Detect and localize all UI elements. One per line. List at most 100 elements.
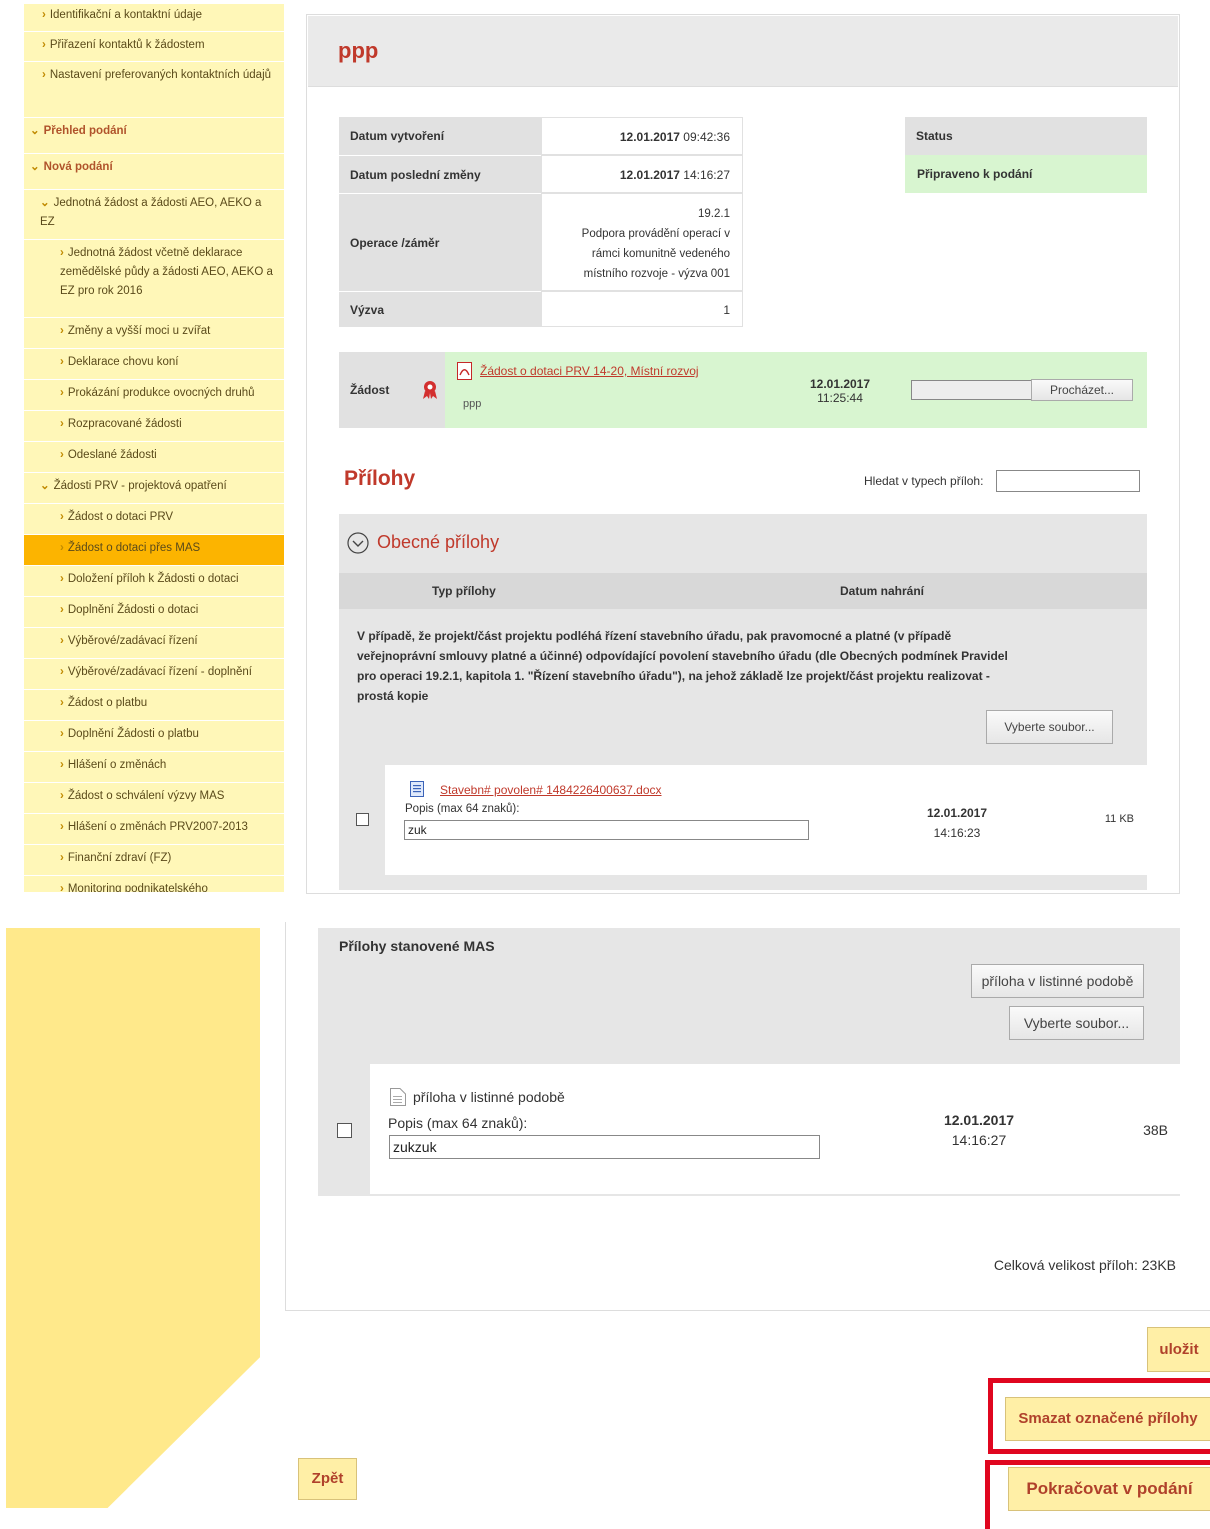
application-note: ppp: [463, 398, 482, 410]
sidebar-item[interactable]: › Hlášení o změnách PRV2007-2013: [24, 814, 284, 845]
sidebar-item-label: Odeslané žádosti: [67, 449, 157, 461]
changed-time: 14:16:27: [683, 168, 730, 182]
sidebar-item[interactable]: ⌄ Jednotná žádost a žádosti AEO, AEKO a E…: [24, 190, 284, 240]
general-file-checkbox[interactable]: [356, 813, 369, 826]
back-button[interactable]: Zpět: [298, 1458, 357, 1500]
chevron-right-icon: ›: [60, 759, 64, 771]
sidebar-item-label: Žádost o platbu: [67, 697, 148, 709]
desc-line-2: veřejnoprávní smlouvy platné a účinné) o…: [357, 649, 1008, 663]
sidebar-item[interactable]: ⌄ Žádosti PRV - projektová opatření: [24, 473, 284, 504]
sidebar-item-label: Identifikační a kontaktní údaje: [49, 9, 202, 21]
call-label: Výzva: [339, 291, 541, 327]
sidebar-item-label: Deklarace chovu koní: [67, 356, 179, 368]
sidebar-item[interactable]: › Výběrové/zadávací řízení - doplnění: [24, 659, 284, 690]
sidebar-item[interactable]: › Odeslané žádosti: [24, 442, 284, 473]
sidebar-item[interactable]: › Identifikační a kontaktní údaje: [24, 4, 284, 32]
continue-button[interactable]: Pokračovat v podání: [1008, 1467, 1210, 1511]
changed-value: 12.01.2017 14:16:27: [541, 155, 743, 193]
delete-selected-button[interactable]: Smazat označené přílohy: [1005, 1397, 1210, 1441]
chevron-right-icon: ›: [60, 852, 64, 864]
mas-desc-input[interactable]: [389, 1135, 820, 1159]
sidebar-item[interactable]: ⌄ Přehled podání: [24, 118, 284, 154]
application-time-value: 11:25:44: [817, 391, 863, 405]
status-label: Status: [905, 117, 1147, 155]
sidebar-item-label: Změny a vyšší moci u zvířat: [67, 325, 211, 337]
award-icon: [421, 380, 439, 400]
mas-date-value: 12.01.2017: [943, 1112, 1015, 1128]
general-time-value: 14:16:23: [933, 826, 981, 840]
mas-file-name: příloha v listinné podobě: [413, 1089, 565, 1105]
search-input[interactable]: [996, 470, 1140, 492]
sidebar-item[interactable]: › Výběrové/zadávací řízení: [24, 628, 284, 659]
sidebar-item[interactable]: › Žádost o dotaci PRV: [24, 504, 284, 535]
sidebar-item-label: Prokázání produkce ovocných druhů: [67, 387, 255, 399]
chevron-down-icon: ⌄: [40, 480, 50, 492]
sidebar-item[interactable]: › Doplnění Žádosti o platbu: [24, 721, 284, 752]
sidebar-item[interactable]: › Žádost o schválení výzvy MAS: [24, 783, 284, 814]
chevron-right-icon: ›: [60, 697, 64, 709]
chevron-right-icon: ›: [60, 542, 64, 554]
pdf-icon: [457, 362, 473, 380]
sidebar-item-label: Žádosti PRV - projektová opatření: [53, 480, 227, 492]
sidebar-item-label: Nastavení preferovaných kontaktních údaj…: [49, 69, 272, 81]
chevron-right-icon: ›: [60, 418, 64, 430]
sidebar-item-label: Výběrové/zadávací řízení: [67, 635, 198, 647]
file-path-input[interactable]: [911, 380, 1033, 400]
general-choose-file-button[interactable]: Vyberte soubor...: [986, 710, 1113, 744]
sidebar-item[interactable]: › Žádost o platbu: [24, 690, 284, 721]
sidebar-item[interactable]: ⌄ Nová podání: [24, 154, 284, 190]
sidebar-item[interactable]: › Prokázání produkce ovocných druhů: [24, 380, 284, 411]
mas-choose-file-button[interactable]: Vyberte soubor...: [1009, 1006, 1144, 1040]
sidebar-item[interactable]: › Deklarace chovu koní: [24, 349, 284, 380]
chevron-right-icon: ›: [60, 511, 64, 523]
created-value: 12.01.2017 09:42:36: [541, 117, 743, 155]
collapse-icon[interactable]: [347, 532, 369, 554]
general-file-link[interactable]: Stavebn# povolen# 1484226400637.docx: [440, 783, 662, 797]
sidebar-item-label: Žádost o schválení výzvy MAS: [67, 790, 225, 802]
sidebar-item[interactable]: › Jednotná žádost včetně deklarace zemědě…: [24, 240, 284, 318]
sidebar-item[interactable]: › Změny a vyšší moci u zvířat: [24, 318, 284, 349]
sidebar-item[interactable]: › Přiřazení kontaktů k žádostem: [24, 32, 284, 62]
paper-attachment-button[interactable]: příloha v listinné podobě: [971, 964, 1144, 998]
chevron-right-icon: ›: [60, 325, 64, 337]
browse-button[interactable]: Procházet...: [1031, 379, 1133, 401]
chevron-right-icon: ›: [60, 387, 64, 399]
desc-line-4: prostá kopie: [357, 689, 429, 703]
mas-time-value: 14:16:27: [951, 1132, 1007, 1148]
sidebar-item[interactable]: › Hlášení o změnách: [24, 752, 284, 783]
application-file-link[interactable]: Žádost o dotaci PRV 14-20, Místní rozvoj: [480, 364, 699, 378]
sidebar-item[interactable]: › Nastavení preferovaných kontaktních úda…: [24, 62, 284, 118]
operation-label: Operace /záměr: [339, 193, 541, 291]
general-date-value: 12.01.2017: [926, 806, 988, 820]
sidebar-decoration: [6, 928, 260, 1508]
desc-line-1: V případě, že projekt/část projektu podl…: [357, 629, 952, 643]
sidebar-item-label: Doložení příloh k Žádosti o dotaci: [67, 573, 239, 585]
sidebar-item[interactable]: › Rozpracované žádosti: [24, 411, 284, 442]
chevron-right-icon: ›: [60, 604, 64, 616]
sidebar-item[interactable]: › Doplnění Žádosti o dotaci: [24, 597, 284, 628]
document-icon: [410, 781, 424, 797]
general-heading: Obecné přílohy: [377, 532, 500, 552]
chevron-right-icon: ›: [60, 666, 64, 678]
mas-desc-label: Popis (max 64 znaků):: [388, 1115, 528, 1131]
sidebar-item-label: Výběrové/zadávací řízení - doplnění: [67, 666, 252, 678]
save-button[interactable]: uložit: [1147, 1327, 1210, 1372]
sidebar-item[interactable]: › Monitoring podnikatelského: [24, 876, 284, 892]
sidebar-item-label: Žádost o dotaci přes MAS: [67, 542, 201, 554]
mas-file-checkbox[interactable]: [337, 1123, 352, 1138]
chevron-right-icon: ›: [60, 356, 64, 368]
sidebar-item[interactable]: › Finanční zdraví (FZ): [24, 845, 284, 876]
general-desc-input[interactable]: [404, 820, 809, 840]
general-file-size: 11 KB: [1104, 813, 1134, 825]
desc-line-3: pro operaci 19.2.1, kapitola 1. "Řízení …: [357, 669, 990, 683]
operation-code: 19.2.1: [698, 208, 730, 220]
sidebar-item[interactable]: › Doložení příloh k Žádosti o dotaci: [24, 566, 284, 597]
application-date-value: 12.01.2017: [809, 377, 871, 391]
chevron-right-icon: ›: [60, 790, 64, 802]
chevron-right-icon: ›: [60, 635, 64, 647]
attachments-heading: Přílohy: [344, 467, 416, 490]
chevron-down-icon: ⌄: [30, 161, 40, 173]
application-date: 12.01.2017 11:25:44: [790, 377, 890, 405]
sidebar-item[interactable]: › Žádost o dotaci přes MAS: [24, 535, 284, 566]
operation-text-1: Podpora provádění operací v: [581, 228, 730, 240]
